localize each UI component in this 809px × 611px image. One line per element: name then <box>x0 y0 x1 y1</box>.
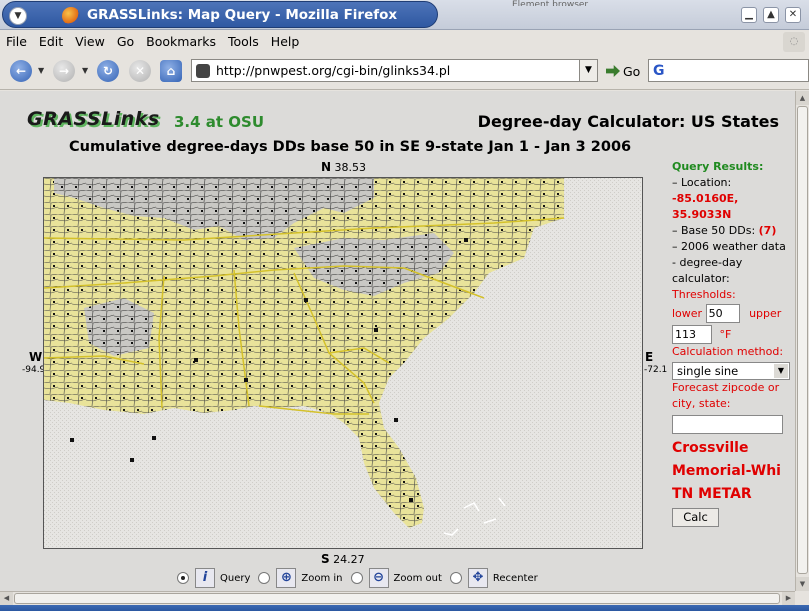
window-menu-icon[interactable]: ▼ <box>9 7 27 25</box>
station-line-1: Crossville <box>672 440 749 456</box>
chevron-down-icon: ▼ <box>774 364 788 378</box>
scroll-up-icon[interactable]: ▲ <box>796 91 809 105</box>
go-label: Go <box>623 64 641 79</box>
west-label: W <box>29 350 43 364</box>
lower-threshold-input[interactable] <box>705 304 740 323</box>
west-value: -94.9 <box>22 365 46 375</box>
south-label: S 24.27 <box>321 552 365 566</box>
grasslinks-logo: GRASSLinks <box>27 108 160 130</box>
site-favicon-icon <box>196 64 210 78</box>
zoom-out-label: Zoom out <box>393 572 442 584</box>
east-value: -72.1 <box>644 365 668 375</box>
version-label: 3.4 at OSU <box>174 113 265 131</box>
forecast-input[interactable] <box>672 415 783 434</box>
menubar: File Edit View Go Bookmarks Tools Help <box>0 30 809 52</box>
go-button[interactable]: Go <box>606 64 640 79</box>
menu-edit[interactable]: Edit <box>39 34 63 49</box>
calculator-title: Degree-day Calculator: US States <box>477 112 779 131</box>
lower-label: lower <box>672 307 703 320</box>
lower-threshold-row: lower upper <box>672 304 792 323</box>
search-input[interactable]: G <box>648 59 809 82</box>
zoom-out-icon[interactable]: ⊖ <box>368 568 389 588</box>
forward-icon[interactable]: → <box>53 60 75 82</box>
navigation-toolbar: ← ▼ → ▼ ↻ ✕ ⌂ http://pnwpest.org/cgi-bin… <box>0 52 809 90</box>
calc-button[interactable]: Calc <box>672 508 719 527</box>
upper-threshold-input[interactable] <box>672 325 712 344</box>
menu-tools[interactable]: Tools <box>228 34 259 49</box>
map-tools: i Query ⊕ Zoom in ⊖ Zoom out ✥ Recenter <box>177 567 546 589</box>
firefox-logo-icon <box>62 7 80 25</box>
unit-label: °F <box>719 328 732 341</box>
status-bar <box>0 605 809 611</box>
back-dropdown-icon[interactable]: ▼ <box>38 66 44 75</box>
background-window-tab: Element browser <box>512 0 589 6</box>
url-text[interactable]: http://pnwpest.org/cgi-bin/glinks34.pl <box>216 63 450 78</box>
menu-go[interactable]: Go <box>117 34 134 49</box>
query-radio[interactable] <box>177 572 189 584</box>
station-line-2: Memorial-Whi <box>672 463 781 479</box>
thresholds-label: Thresholds: <box>672 288 736 301</box>
scroll-down-icon[interactable]: ▼ <box>796 577 809 591</box>
page-content: GRASSLinks 3.4 at OSU Degree-day Calcula… <box>0 91 795 591</box>
method-value: single sine <box>677 364 739 378</box>
go-arrow-icon <box>606 65 620 77</box>
vertical-scroll-thumb[interactable] <box>797 106 808 574</box>
location-value: -85.0160E, 35.9033N <box>672 192 739 221</box>
forward-dropdown-icon[interactable]: ▼ <box>82 66 88 75</box>
stop-icon[interactable]: ✕ <box>129 60 151 82</box>
weather-data-text: – 2006 weather data - degree-day calcula… <box>672 240 786 285</box>
home-icon[interactable]: ⌂ <box>160 60 182 82</box>
minimize-icon[interactable]: ▁ <box>741 7 757 23</box>
upper-label: upper <box>749 307 782 320</box>
maximize-icon[interactable]: ▲ <box>763 7 779 23</box>
southeast-county-map[interactable] <box>44 178 643 549</box>
window-title-pill[interactable]: ▼ GRASSLinks: Map Query - Mozilla Firefo… <box>2 1 438 28</box>
throbber-icon: ◌ <box>783 32 805 52</box>
menu-file[interactable]: File <box>6 34 27 49</box>
north-label: N 38.53 <box>321 160 367 174</box>
station-line-3: TN METAR <box>672 486 752 502</box>
recenter-icon[interactable]: ✥ <box>467 568 488 588</box>
url-bar[interactable]: http://pnwpest.org/cgi-bin/glinks34.pl <box>191 59 580 82</box>
reload-icon[interactable]: ↻ <box>97 60 119 82</box>
zoom-in-label: Zoom in <box>301 572 343 584</box>
menu-bookmarks[interactable]: Bookmarks <box>146 34 216 49</box>
zoom-in-radio[interactable] <box>258 572 271 584</box>
results-heading: Query Results: <box>672 160 764 173</box>
close-icon[interactable]: ✕ <box>785 7 801 23</box>
menu-view[interactable]: View <box>75 34 105 49</box>
zoom-in-icon[interactable]: ⊕ <box>276 568 297 588</box>
horizontal-scrollbar[interactable]: ◀ ▶ <box>0 591 795 605</box>
method-select[interactable]: single sine ▼ <box>672 362 790 380</box>
zoom-out-radio[interactable] <box>350 572 363 584</box>
info-icon[interactable]: i <box>195 568 215 588</box>
map-image[interactable] <box>43 177 643 549</box>
results-panel: Query Results: – Location: -85.0160E, 35… <box>672 159 792 527</box>
url-history-dropdown[interactable]: ▼ <box>579 59 598 82</box>
map-title: Cumulative degree-days DDs base 50 in SE… <box>69 139 632 155</box>
upper-threshold-row: °F <box>672 325 792 344</box>
query-label: Query <box>220 572 251 584</box>
forecast-label: Forecast zipcode or city, state: <box>672 381 780 410</box>
google-search-icon[interactable]: G <box>653 63 669 79</box>
window-title: GRASSLinks: Map Query - Mozilla Firefox <box>87 7 398 23</box>
vertical-scrollbar[interactable]: ▲ ▼ <box>795 91 809 591</box>
location-label: – Location: <box>672 176 732 189</box>
back-icon[interactable]: ← <box>10 60 32 82</box>
menu-help[interactable]: Help <box>271 34 300 49</box>
scroll-right-icon[interactable]: ▶ <box>782 592 795 605</box>
method-label: Calculation method: <box>672 345 784 358</box>
east-label: E <box>645 350 654 364</box>
horizontal-scroll-thumb[interactable] <box>14 593 780 604</box>
recenter-label: Recenter <box>492 572 538 584</box>
recenter-radio[interactable] <box>449 572 462 584</box>
window-titlebar: Element browser ▼ GRASSLinks: Map Query … <box>0 0 809 30</box>
scroll-left-icon[interactable]: ◀ <box>0 592 13 605</box>
base-dd-line: – Base 50 DDs: (7) <box>672 224 777 237</box>
